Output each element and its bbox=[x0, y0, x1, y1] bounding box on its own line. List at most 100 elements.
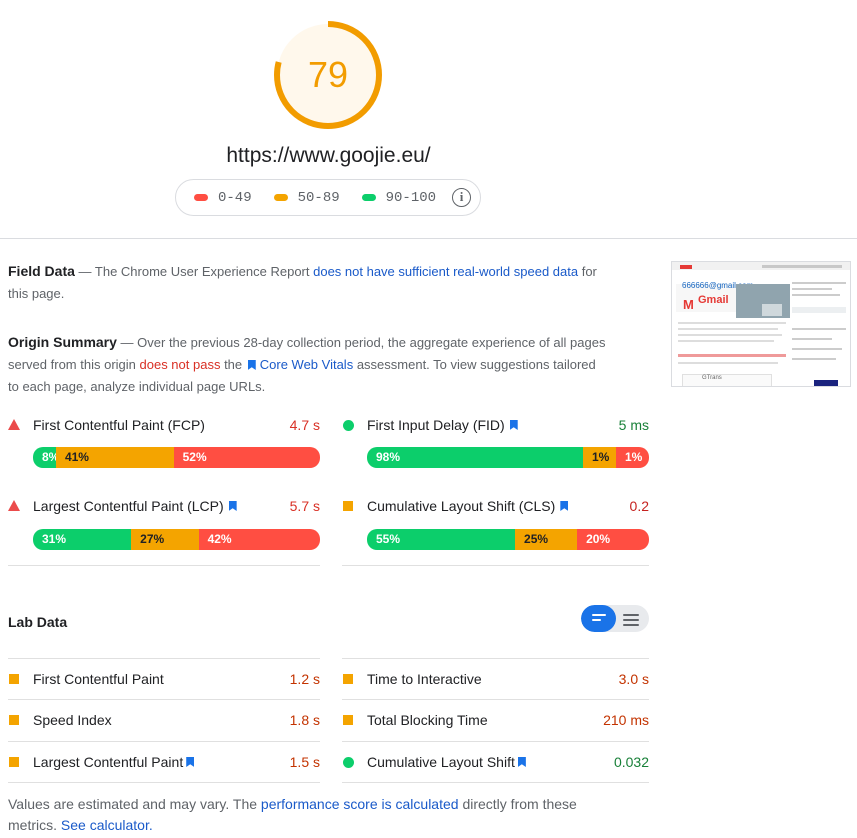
origin-summary-section: Origin Summary — Over the previous 28-da… bbox=[8, 331, 608, 398]
field-data-separator: — bbox=[74, 264, 95, 279]
cls-poor-segment: 20% bbox=[577, 529, 649, 550]
page-screenshot-thumbnail: Gmail 666666@gmail.com M GTrans bbox=[671, 261, 851, 387]
summary-view-button[interactable] bbox=[581, 605, 616, 632]
detail-list-icon[interactable] bbox=[623, 614, 639, 629]
lab-tbt-name: Total Blocking Time bbox=[367, 712, 488, 728]
lab-lcp-metric: Largest Contentful Paint 1.5 s bbox=[8, 752, 320, 772]
legend-item-poor: 0-49 bbox=[194, 190, 252, 206]
core-web-vitals-link[interactable]: Core Web Vitals bbox=[260, 357, 353, 372]
lab-divider bbox=[8, 658, 320, 659]
average-square-icon bbox=[9, 674, 19, 684]
compact-list-icon bbox=[592, 614, 606, 624]
lab-lcp-value: 1.5 s bbox=[289, 754, 320, 770]
bookmark-icon bbox=[228, 501, 237, 511]
lab-fcp-metric: First Contentful Paint 1.2 s bbox=[8, 669, 320, 689]
bookmark-icon bbox=[247, 360, 256, 370]
bookmark-icon bbox=[509, 420, 518, 430]
lcp-distribution-bar: 31% 27% 42% bbox=[33, 529, 320, 550]
legend-good-label: 90-100 bbox=[385, 189, 437, 206]
fcp-distribution-bar: 8% 41% 52% bbox=[33, 447, 320, 468]
fcp-good-segment: 8% bbox=[33, 447, 59, 468]
performance-score-gauge: 79 bbox=[273, 20, 383, 130]
lab-cls-value: 0.032 bbox=[613, 754, 649, 770]
fid-metric-value: 5 ms bbox=[618, 417, 649, 433]
lab-speed-index-value: 1.8 s bbox=[289, 712, 320, 728]
cls-metric: Cumulative Layout Shift (CLS) 0.2 bbox=[342, 496, 649, 516]
cls-metric-value: 0.2 bbox=[629, 498, 649, 514]
lcp-average-segment: 27% bbox=[131, 529, 199, 550]
average-square-icon bbox=[343, 715, 353, 725]
lab-fcp-value: 1.2 s bbox=[289, 671, 320, 687]
pass-circle-icon bbox=[343, 757, 354, 768]
lab-cls-name: Cumulative Layout Shift bbox=[367, 754, 515, 770]
lab-tbt-metric: Total Blocking Time 210 ms bbox=[342, 710, 649, 730]
lcp-metric-value: 5.7 s bbox=[289, 498, 320, 514]
section-divider bbox=[0, 238, 857, 239]
pass-circle-icon bbox=[343, 420, 354, 431]
fid-metric-name: First Input Delay (FID) bbox=[367, 417, 505, 433]
footnote-text: Values are estimated and may vary. The bbox=[8, 796, 261, 812]
origin-summary-text-mid: the bbox=[220, 357, 246, 372]
lab-divider bbox=[342, 782, 649, 783]
average-square-icon bbox=[9, 715, 19, 725]
field-data-link[interactable]: does not have sufficient real-world spee… bbox=[313, 264, 578, 279]
performance-score-value: 79 bbox=[307, 54, 349, 95]
lab-data-footnote: Values are estimated and may vary. The p… bbox=[8, 794, 628, 836]
legend-average-label: 50-89 bbox=[297, 189, 340, 206]
origin-summary-title: Origin Summary bbox=[8, 334, 117, 350]
lab-divider bbox=[342, 658, 649, 659]
legend-good-marker bbox=[361, 194, 376, 201]
average-square-icon bbox=[343, 501, 353, 511]
legend-average-marker bbox=[273, 194, 288, 201]
see-calculator-link[interactable]: See calculator. bbox=[61, 817, 153, 833]
fcp-metric-value: 4.7 s bbox=[289, 417, 320, 433]
fid-poor-segment: 1% bbox=[615, 447, 649, 468]
info-icon[interactable]: i bbox=[452, 188, 471, 207]
lab-tti-value: 3.0 s bbox=[618, 671, 649, 687]
lab-data-title: Lab Data bbox=[8, 614, 68, 630]
lcp-metric: Largest Contentful Paint (LCP) 5.7 s bbox=[8, 496, 320, 516]
average-square-icon bbox=[343, 674, 353, 684]
fcp-metric-name: First Contentful Paint (FCP) bbox=[33, 417, 205, 433]
score-calculation-link[interactable]: performance score is calculated bbox=[261, 796, 459, 812]
field-data-title: Field Data bbox=[8, 263, 75, 279]
fail-triangle-icon bbox=[8, 419, 20, 430]
bookmark-icon bbox=[517, 757, 526, 767]
fid-metric: First Input Delay (FID) 5 ms bbox=[342, 415, 649, 435]
bookmark-icon bbox=[560, 501, 569, 511]
lab-divider bbox=[8, 699, 320, 700]
score-legend: 0-49 50-89 90-100 i bbox=[175, 179, 481, 216]
fcp-metric: First Contentful Paint (FCP) 4.7 s bbox=[8, 415, 320, 435]
lab-tti-metric: Time to Interactive 3.0 s bbox=[342, 669, 649, 689]
legend-item-average: 50-89 bbox=[273, 189, 340, 206]
fail-triangle-icon bbox=[8, 500, 20, 511]
lcp-poor-segment: 42% bbox=[198, 529, 320, 550]
lab-speed-index-name: Speed Index bbox=[33, 712, 112, 728]
lab-tti-name: Time to Interactive bbox=[367, 671, 482, 687]
fcp-average-segment: 41% bbox=[55, 447, 174, 468]
lab-divider bbox=[8, 782, 320, 783]
lab-tbt-value: 210 ms bbox=[603, 712, 649, 728]
legend-poor-marker bbox=[194, 194, 208, 201]
lab-divider bbox=[8, 741, 320, 742]
cls-good-segment: 55% bbox=[367, 529, 516, 550]
cls-average-segment: 25% bbox=[515, 529, 578, 550]
lab-lcp-name: Largest Contentful Paint bbox=[33, 754, 184, 770]
field-metrics-divider-right bbox=[342, 565, 649, 566]
lcp-good-segment: 31% bbox=[33, 529, 132, 550]
legend-item-good: 90-100 bbox=[361, 189, 437, 206]
lab-divider bbox=[342, 699, 649, 700]
fid-distribution-bar: 98% 1% 1% bbox=[367, 447, 649, 468]
lab-cls-metric: Cumulative Layout Shift 0.032 bbox=[342, 752, 649, 772]
fid-average-segment: 1% bbox=[583, 447, 616, 468]
cls-metric-name: Cumulative Layout Shift (CLS) bbox=[367, 498, 556, 514]
field-metrics-divider-left bbox=[8, 565, 320, 566]
legend-poor-label: 0-49 bbox=[218, 189, 252, 206]
lcp-metric-name: Largest Contentful Paint (LCP) bbox=[33, 498, 224, 514]
thumbnail-gmail-text: Gmail bbox=[698, 294, 729, 306]
fcp-poor-segment: 52% bbox=[173, 447, 320, 468]
view-toggle[interactable] bbox=[581, 605, 649, 632]
thumbnail-caption: GTrans bbox=[702, 375, 722, 381]
average-square-icon bbox=[9, 757, 19, 767]
bookmark-icon bbox=[186, 757, 195, 767]
